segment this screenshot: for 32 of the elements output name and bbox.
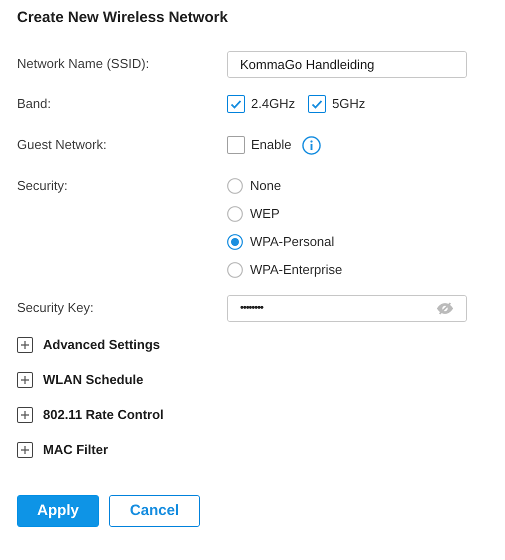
expand-icon[interactable] xyxy=(17,442,33,458)
info-icon[interactable] xyxy=(302,136,322,154)
field-label: Security Key: xyxy=(17,299,95,317)
field-label: Network Name (SSID): xyxy=(17,55,150,73)
radio-label: WEP xyxy=(250,205,280,224)
section-toggle[interactable]: Advanced Settings xyxy=(43,334,160,354)
radio-button[interactable] xyxy=(227,206,243,222)
field-label: Security: xyxy=(17,177,69,195)
radio-label: WPA-Enterprise xyxy=(250,261,342,280)
checkbox-label: Enable xyxy=(251,136,292,154)
form-title: Create New Wireless Network xyxy=(17,8,229,28)
expand-icon[interactable] xyxy=(17,406,33,422)
field-label: Guest Network: xyxy=(17,136,108,154)
input-field[interactable]: KommaGo Handleiding xyxy=(227,51,467,78)
checkbox-label: 2.4GHz xyxy=(251,95,296,114)
section-toggle[interactable]: 802.11 Rate Control xyxy=(43,404,164,424)
section-toggle[interactable]: MAC Filter xyxy=(43,440,108,460)
expand-icon[interactable] xyxy=(17,336,33,352)
checked-checkbox[interactable] xyxy=(227,95,245,113)
radio-button[interactable] xyxy=(227,262,243,278)
expand-icon[interactable] xyxy=(17,372,33,388)
checked-checkbox[interactable] xyxy=(308,95,326,113)
password-field[interactable]: •••••••• xyxy=(227,295,467,322)
radio-label: None xyxy=(250,177,282,196)
radio-label: WPA-Personal xyxy=(250,233,334,252)
field-label: Band: xyxy=(17,95,52,113)
checkbox-label: 5GHz xyxy=(332,95,366,114)
checkbox[interactable] xyxy=(227,136,245,154)
selected-radio-button[interactable] xyxy=(227,234,243,250)
radio-button[interactable] xyxy=(227,178,243,194)
hidden-eye-icon[interactable] xyxy=(436,302,454,315)
section-toggle[interactable]: WLAN Schedule xyxy=(43,370,144,390)
